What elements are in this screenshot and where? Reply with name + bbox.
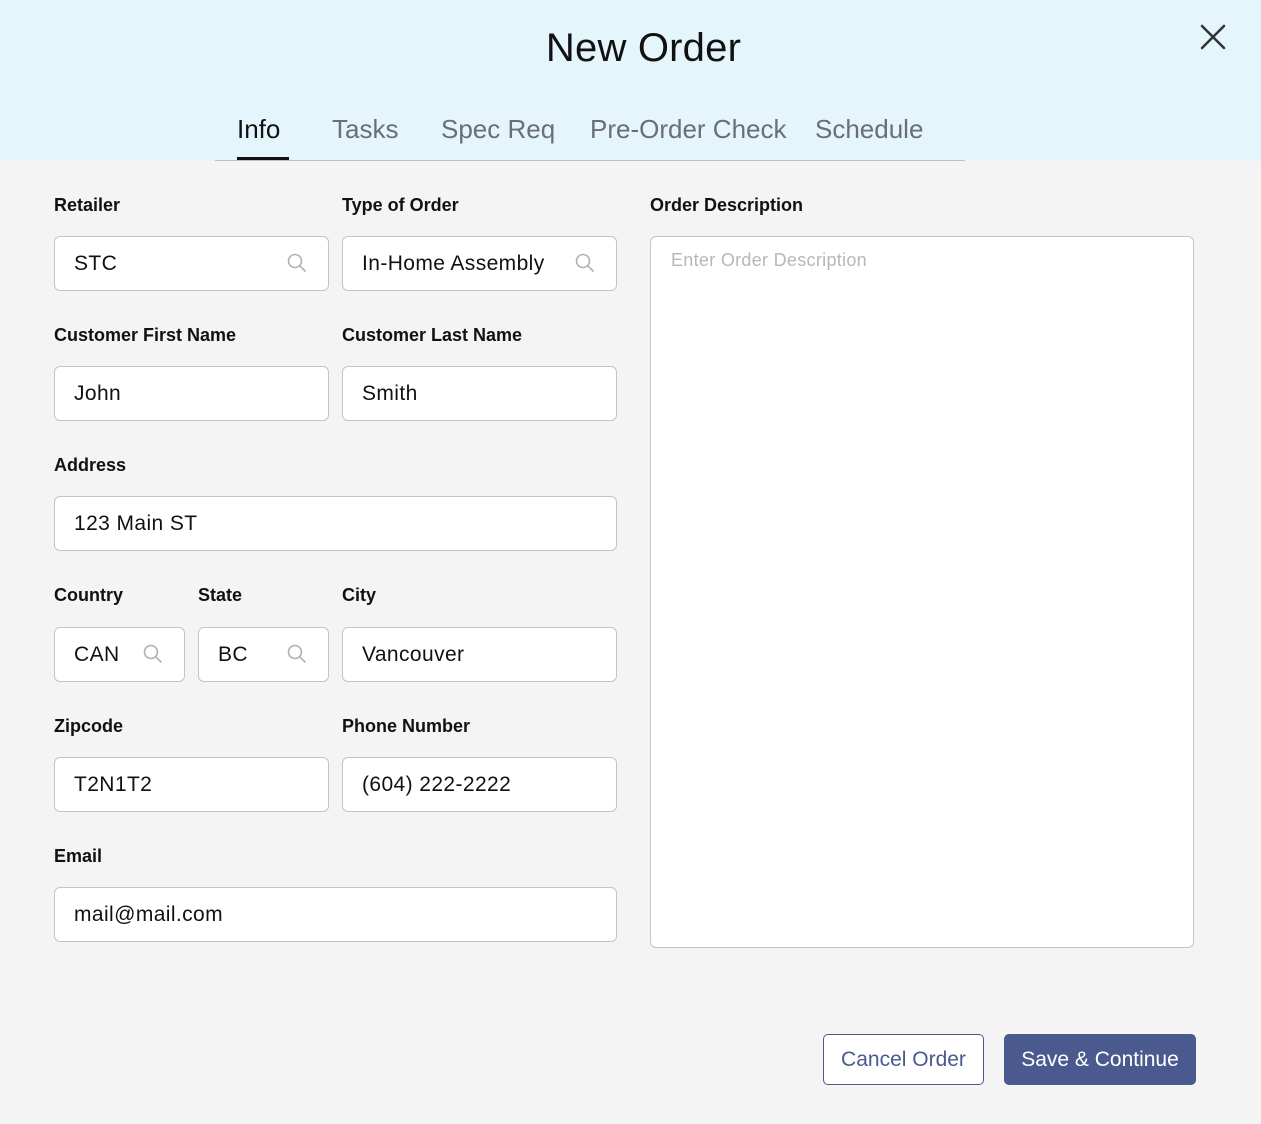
order-description-placeholder: Enter Order Description bbox=[671, 250, 867, 270]
first-name-field[interactable]: John bbox=[54, 366, 329, 421]
phone-label: Phone Number bbox=[342, 716, 471, 736]
city-value: Vancouver bbox=[362, 643, 465, 666]
first-name-label: Customer First Name bbox=[54, 325, 237, 345]
country-value: CAN bbox=[74, 643, 120, 666]
cancel-order-button[interactable]: Cancel Order bbox=[823, 1034, 984, 1085]
state-value: BC bbox=[218, 643, 248, 666]
order-description-textarea[interactable]: Enter Order Description bbox=[650, 236, 1194, 948]
state-label: State bbox=[198, 585, 243, 605]
tab-spec-req[interactable]: Spec Req bbox=[441, 114, 555, 145]
phone-field[interactable]: (604) 222-2222 bbox=[342, 757, 617, 812]
zipcode-label: Zipcode bbox=[54, 716, 124, 736]
email-field[interactable]: mail@mail.com bbox=[54, 887, 617, 942]
search-icon[interactable] bbox=[574, 252, 596, 274]
tab-tasks[interactable]: Tasks bbox=[332, 114, 398, 145]
first-name-value: John bbox=[74, 382, 122, 405]
order-type-label: Type of Order bbox=[342, 195, 459, 215]
search-icon[interactable] bbox=[286, 643, 308, 665]
last-name-field[interactable]: Smith bbox=[342, 366, 617, 421]
order-type-value: In-Home Assembly bbox=[362, 252, 545, 275]
order-type-input[interactable]: In-Home Assembly bbox=[342, 236, 617, 291]
save-continue-button[interactable]: Save & Continue bbox=[1004, 1034, 1196, 1085]
retailer-input[interactable]: STC bbox=[54, 236, 329, 291]
city-label: City bbox=[342, 585, 377, 605]
tab-schedule[interactable]: Schedule bbox=[815, 114, 923, 145]
country-input[interactable]: CAN bbox=[54, 627, 185, 682]
state-input[interactable]: BC bbox=[198, 627, 329, 682]
tab-pre-order-check[interactable]: Pre-Order Check bbox=[590, 114, 787, 145]
phone-value: (604) 222-2222 bbox=[362, 773, 512, 796]
retailer-value: STC bbox=[74, 252, 118, 275]
country-label: Country bbox=[54, 585, 123, 605]
address-field[interactable]: 123 Main ST bbox=[54, 496, 617, 551]
close-icon bbox=[1200, 24, 1226, 50]
search-icon[interactable] bbox=[142, 643, 164, 665]
retailer-label: Retailer bbox=[54, 195, 121, 215]
address-label: Address bbox=[54, 455, 127, 475]
city-field[interactable]: Vancouver bbox=[342, 627, 617, 682]
active-tab-indicator bbox=[237, 157, 289, 160]
tab-bar: Info Tasks Spec Req Pre-Order Check Sche… bbox=[215, 110, 965, 161]
tab-info[interactable]: Info bbox=[237, 114, 280, 145]
zipcode-value: T2N1T2 bbox=[74, 773, 153, 796]
dialog-header: New Order Info Tasks Spec Req Pre-Order … bbox=[0, 0, 1261, 161]
email-value: mail@mail.com bbox=[74, 903, 224, 926]
search-icon[interactable] bbox=[286, 252, 308, 274]
last-name-value: Smith bbox=[362, 382, 418, 405]
email-label: Email bbox=[54, 846, 103, 866]
address-value: 123 Main ST bbox=[74, 512, 198, 535]
dialog-title: New Order bbox=[545, 26, 742, 70]
zipcode-field[interactable]: T2N1T2 bbox=[54, 757, 329, 812]
order-description-label: Order Description bbox=[650, 195, 804, 215]
close-button[interactable] bbox=[1194, 18, 1232, 56]
last-name-label: Customer Last Name bbox=[342, 325, 523, 345]
